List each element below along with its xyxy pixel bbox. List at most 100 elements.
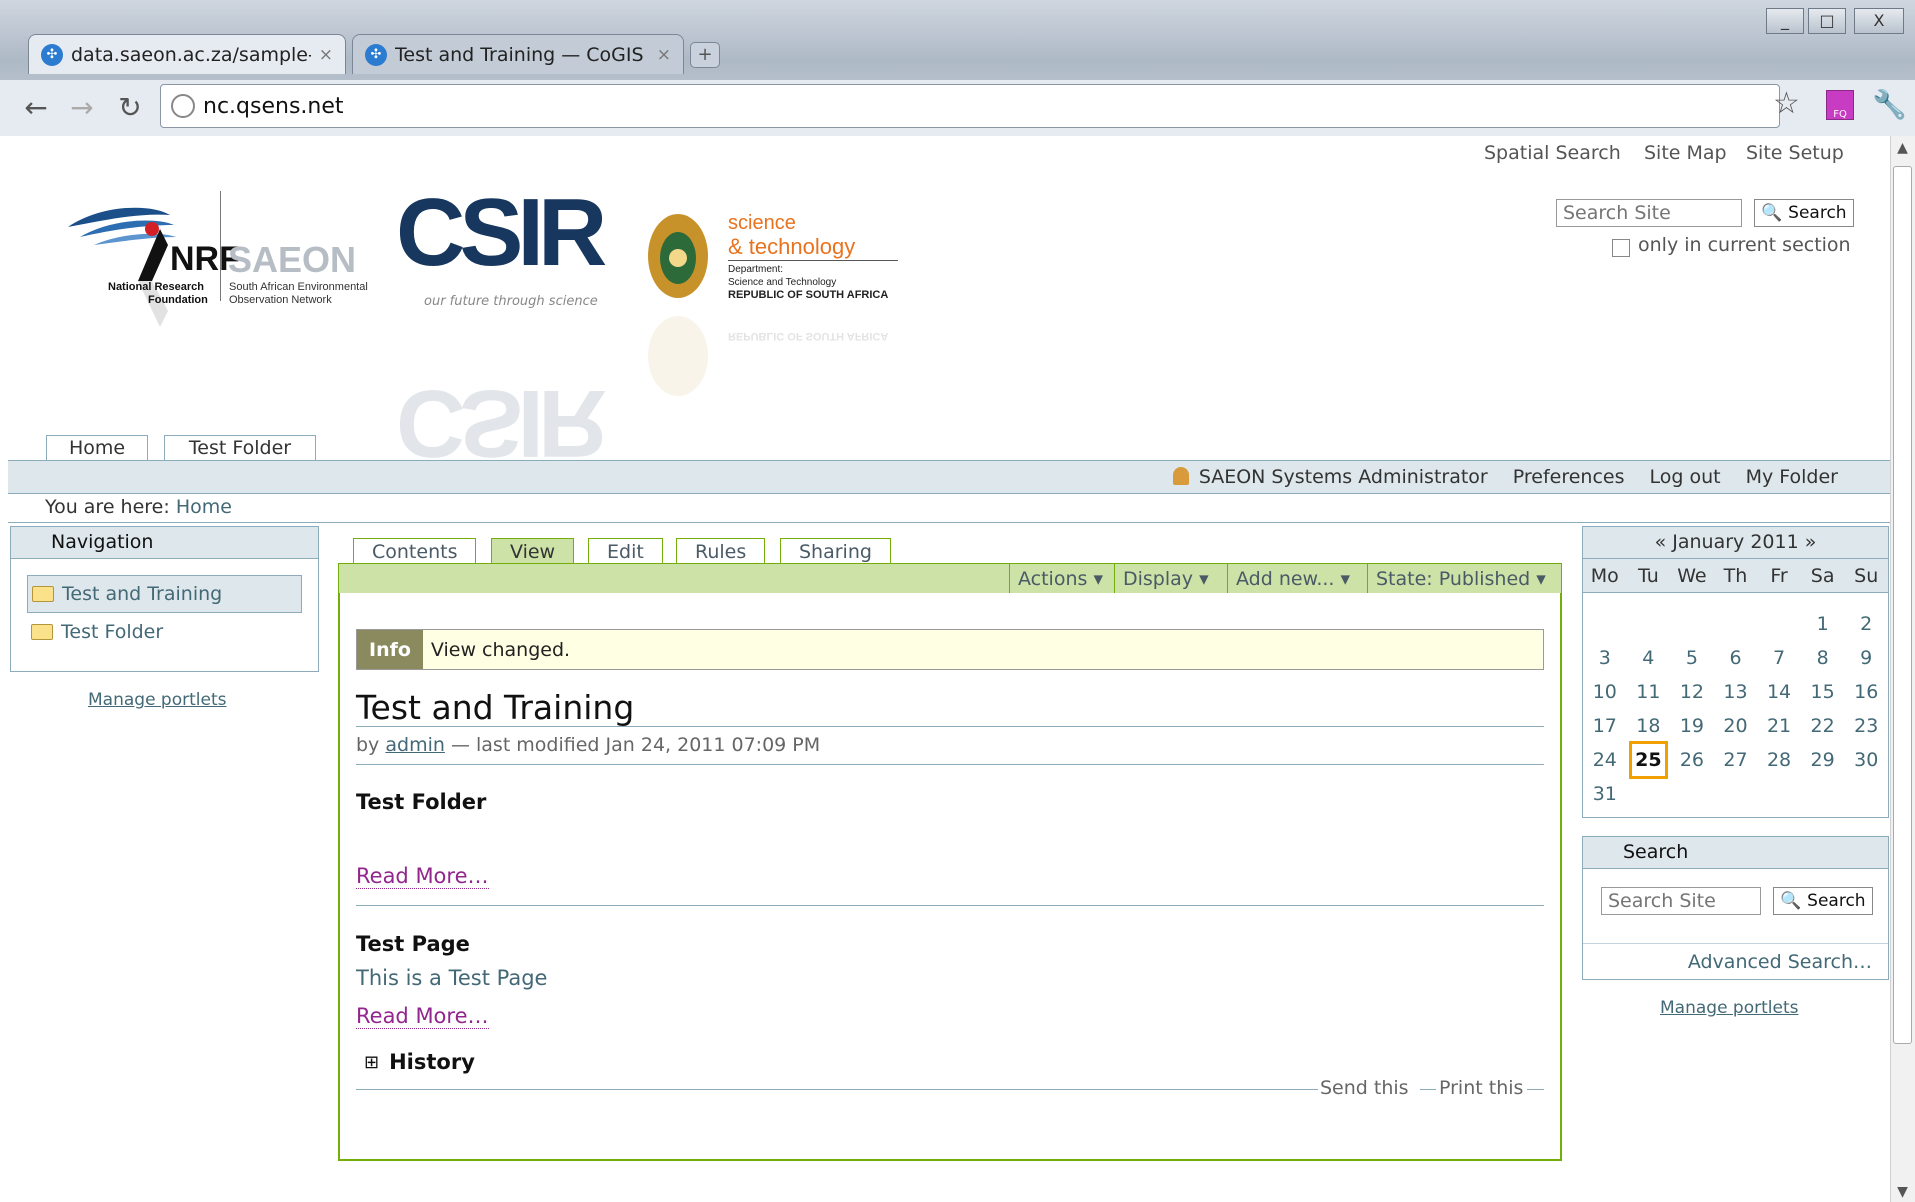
- document-byline: by admin — last modified Jan 24, 2011 07…: [356, 734, 820, 756]
- calendar-day[interactable]: 23: [1844, 715, 1888, 737]
- search-portlet-divider: [1583, 943, 1888, 944]
- minimize-button[interactable]: _: [1766, 8, 1804, 34]
- scroll-down-arrow-icon[interactable]: ▼: [1893, 1184, 1912, 1200]
- tab-view[interactable]: View: [491, 538, 575, 564]
- add-new-menu[interactable]: Add new... ▾: [1227, 564, 1358, 594]
- print-this-link[interactable]: Print this: [1439, 1077, 1523, 1099]
- nav-item-test-folder[interactable]: Test Folder: [31, 621, 163, 643]
- calendar-day[interactable]: 21: [1757, 715, 1801, 737]
- site-favicon-icon: ✣: [41, 43, 63, 66]
- scroll-up-arrow-icon[interactable]: ▲: [1893, 140, 1912, 156]
- extension-fq-icon[interactable]: FQ: [1826, 90, 1854, 120]
- manage-portlets-left-link[interactable]: Manage portlets: [88, 690, 226, 710]
- state-menu[interactable]: State: Published ▾: [1367, 564, 1554, 594]
- logo-nrf-saeon[interactable]: NRF National Research Foundation SAEON S…: [60, 185, 380, 415]
- calendar-day[interactable]: 22: [1801, 715, 1845, 737]
- calendar-day[interactable]: 1: [1801, 613, 1845, 635]
- header-search-input[interactable]: [1556, 199, 1742, 227]
- portlet-search-button[interactable]: 🔍 Search: [1773, 887, 1873, 915]
- calendar-day[interactable]: 13: [1714, 681, 1758, 703]
- calendar-day[interactable]: 28: [1757, 749, 1801, 771]
- calendar-day[interactable]: 20: [1714, 715, 1758, 737]
- calendar-day[interactable]: 29: [1801, 749, 1845, 771]
- current-section-checkbox[interactable]: [1612, 239, 1630, 257]
- bookmark-star-icon[interactable]: ☆: [1773, 86, 1800, 121]
- site-action-spatial-search[interactable]: Spatial Search: [1484, 142, 1621, 164]
- site-action-site-setup[interactable]: Site Setup: [1746, 142, 1844, 164]
- calendar-day[interactable]: 14: [1757, 681, 1801, 703]
- reload-icon[interactable]: ↻: [110, 88, 150, 128]
- calendar-day[interactable]: 18: [1627, 715, 1671, 737]
- calendar-day[interactable]: 5: [1670, 647, 1714, 669]
- tab-edit[interactable]: Edit: [588, 538, 663, 564]
- calendar-day[interactable]: 17: [1583, 715, 1627, 737]
- scrollbar-thumb[interactable]: [1893, 166, 1912, 1044]
- site-action-site-map[interactable]: Site Map: [1644, 142, 1727, 164]
- address-bar[interactable]: nc.qsens.net: [160, 84, 1780, 128]
- calendar-day[interactable]: 7: [1757, 647, 1801, 669]
- logo-dst[interactable]: science & technology Department: Science…: [640, 206, 900, 406]
- tab-rules[interactable]: Rules: [676, 538, 766, 564]
- tab-contents[interactable]: Contents: [353, 538, 477, 564]
- calendar-day[interactable]: 4: [1627, 647, 1671, 669]
- log-out-link[interactable]: Log out: [1650, 466, 1721, 488]
- calendar-today[interactable]: 25: [1628, 741, 1669, 779]
- search-button-label: Search: [1807, 891, 1866, 911]
- calendar-day[interactable]: 19: [1670, 715, 1714, 737]
- calendar-day[interactable]: 30: [1844, 749, 1888, 771]
- calendar-day[interactable]: 11: [1627, 681, 1671, 703]
- browser-tab-2[interactable]: ✣ Test and Training — CoGIS ×: [352, 34, 684, 74]
- tab-close-icon[interactable]: ×: [657, 45, 671, 65]
- portal-tab-home[interactable]: Home: [46, 435, 148, 461]
- calendar-day[interactable]: 24: [1583, 749, 1627, 771]
- calendar-day[interactable]: 8: [1801, 647, 1845, 669]
- display-menu[interactable]: Display ▾: [1114, 564, 1217, 594]
- footer-rule-sep: [1420, 1089, 1436, 1090]
- actions-menu[interactable]: Actions ▾: [1009, 564, 1111, 594]
- calendar-weekdays: Mo Tu We Th Fr Sa Su: [1583, 559, 1888, 593]
- calendar-day[interactable]: 16: [1844, 681, 1888, 703]
- history-label: History: [389, 1050, 475, 1074]
- forward-arrow-icon[interactable]: →: [62, 88, 102, 128]
- close-window-button[interactable]: X: [1854, 8, 1904, 34]
- calendar-day[interactable]: 6: [1714, 647, 1758, 669]
- calendar-day[interactable]: 27: [1714, 749, 1758, 771]
- preferences-link[interactable]: Preferences: [1513, 466, 1625, 488]
- calendar-title[interactable]: « January 2011 »: [1583, 527, 1888, 559]
- read-more-link[interactable]: Read More…: [356, 1004, 489, 1029]
- new-tab-button[interactable]: +: [690, 42, 720, 68]
- send-this-link[interactable]: Send this: [1320, 1077, 1409, 1099]
- author-link[interactable]: admin: [385, 734, 445, 756]
- list-item-title[interactable]: Test Folder: [356, 790, 486, 814]
- read-more-link[interactable]: Read More…: [356, 864, 489, 889]
- calendar-day[interactable]: 2: [1844, 613, 1888, 635]
- user-icon: [1172, 467, 1189, 485]
- user-name-link[interactable]: SAEON Systems Administrator: [1172, 466, 1488, 488]
- calendar-day[interactable]: 9: [1844, 647, 1888, 669]
- wrench-icon[interactable]: 🔧: [1872, 88, 1907, 121]
- search-icon: 🔍: [1780, 891, 1802, 911]
- breadcrumb-home-link[interactable]: Home: [176, 496, 232, 518]
- nav-item-test-and-training[interactable]: Test and Training: [27, 575, 302, 613]
- my-folder-link[interactable]: My Folder: [1746, 466, 1838, 488]
- browser-tab-1[interactable]: ✣ data.saeon.ac.za/sample-... ×: [28, 34, 346, 74]
- calendar-day[interactable]: 31: [1583, 783, 1627, 805]
- portlet-search-input[interactable]: [1601, 887, 1761, 915]
- logo-csir[interactable]: CSIR CSIR our future through science: [396, 178, 607, 477]
- calendar-day[interactable]: 3: [1583, 647, 1627, 669]
- advanced-search-link[interactable]: Advanced Search…: [1688, 951, 1872, 973]
- manage-portlets-right-link[interactable]: Manage portlets: [1660, 998, 1798, 1018]
- calendar-day[interactable]: 15: [1801, 681, 1845, 703]
- back-arrow-icon[interactable]: ←: [16, 88, 56, 128]
- calendar-day[interactable]: 10: [1583, 681, 1627, 703]
- history-toggle[interactable]: ⊞ History: [364, 1050, 475, 1074]
- header-search-button[interactable]: 🔍 Search: [1754, 199, 1854, 227]
- tab-title: data.saeon.ac.za/sample-...: [71, 43, 311, 66]
- tab-sharing[interactable]: Sharing: [780, 538, 891, 564]
- maximize-button[interactable]: □: [1808, 8, 1846, 34]
- list-item-title[interactable]: Test Page: [356, 932, 470, 956]
- calendar-day[interactable]: 12: [1670, 681, 1714, 703]
- tab-close-icon[interactable]: ×: [319, 45, 333, 65]
- calendar-day[interactable]: 26: [1670, 749, 1714, 771]
- portal-tab-test-folder[interactable]: Test Folder: [164, 435, 316, 461]
